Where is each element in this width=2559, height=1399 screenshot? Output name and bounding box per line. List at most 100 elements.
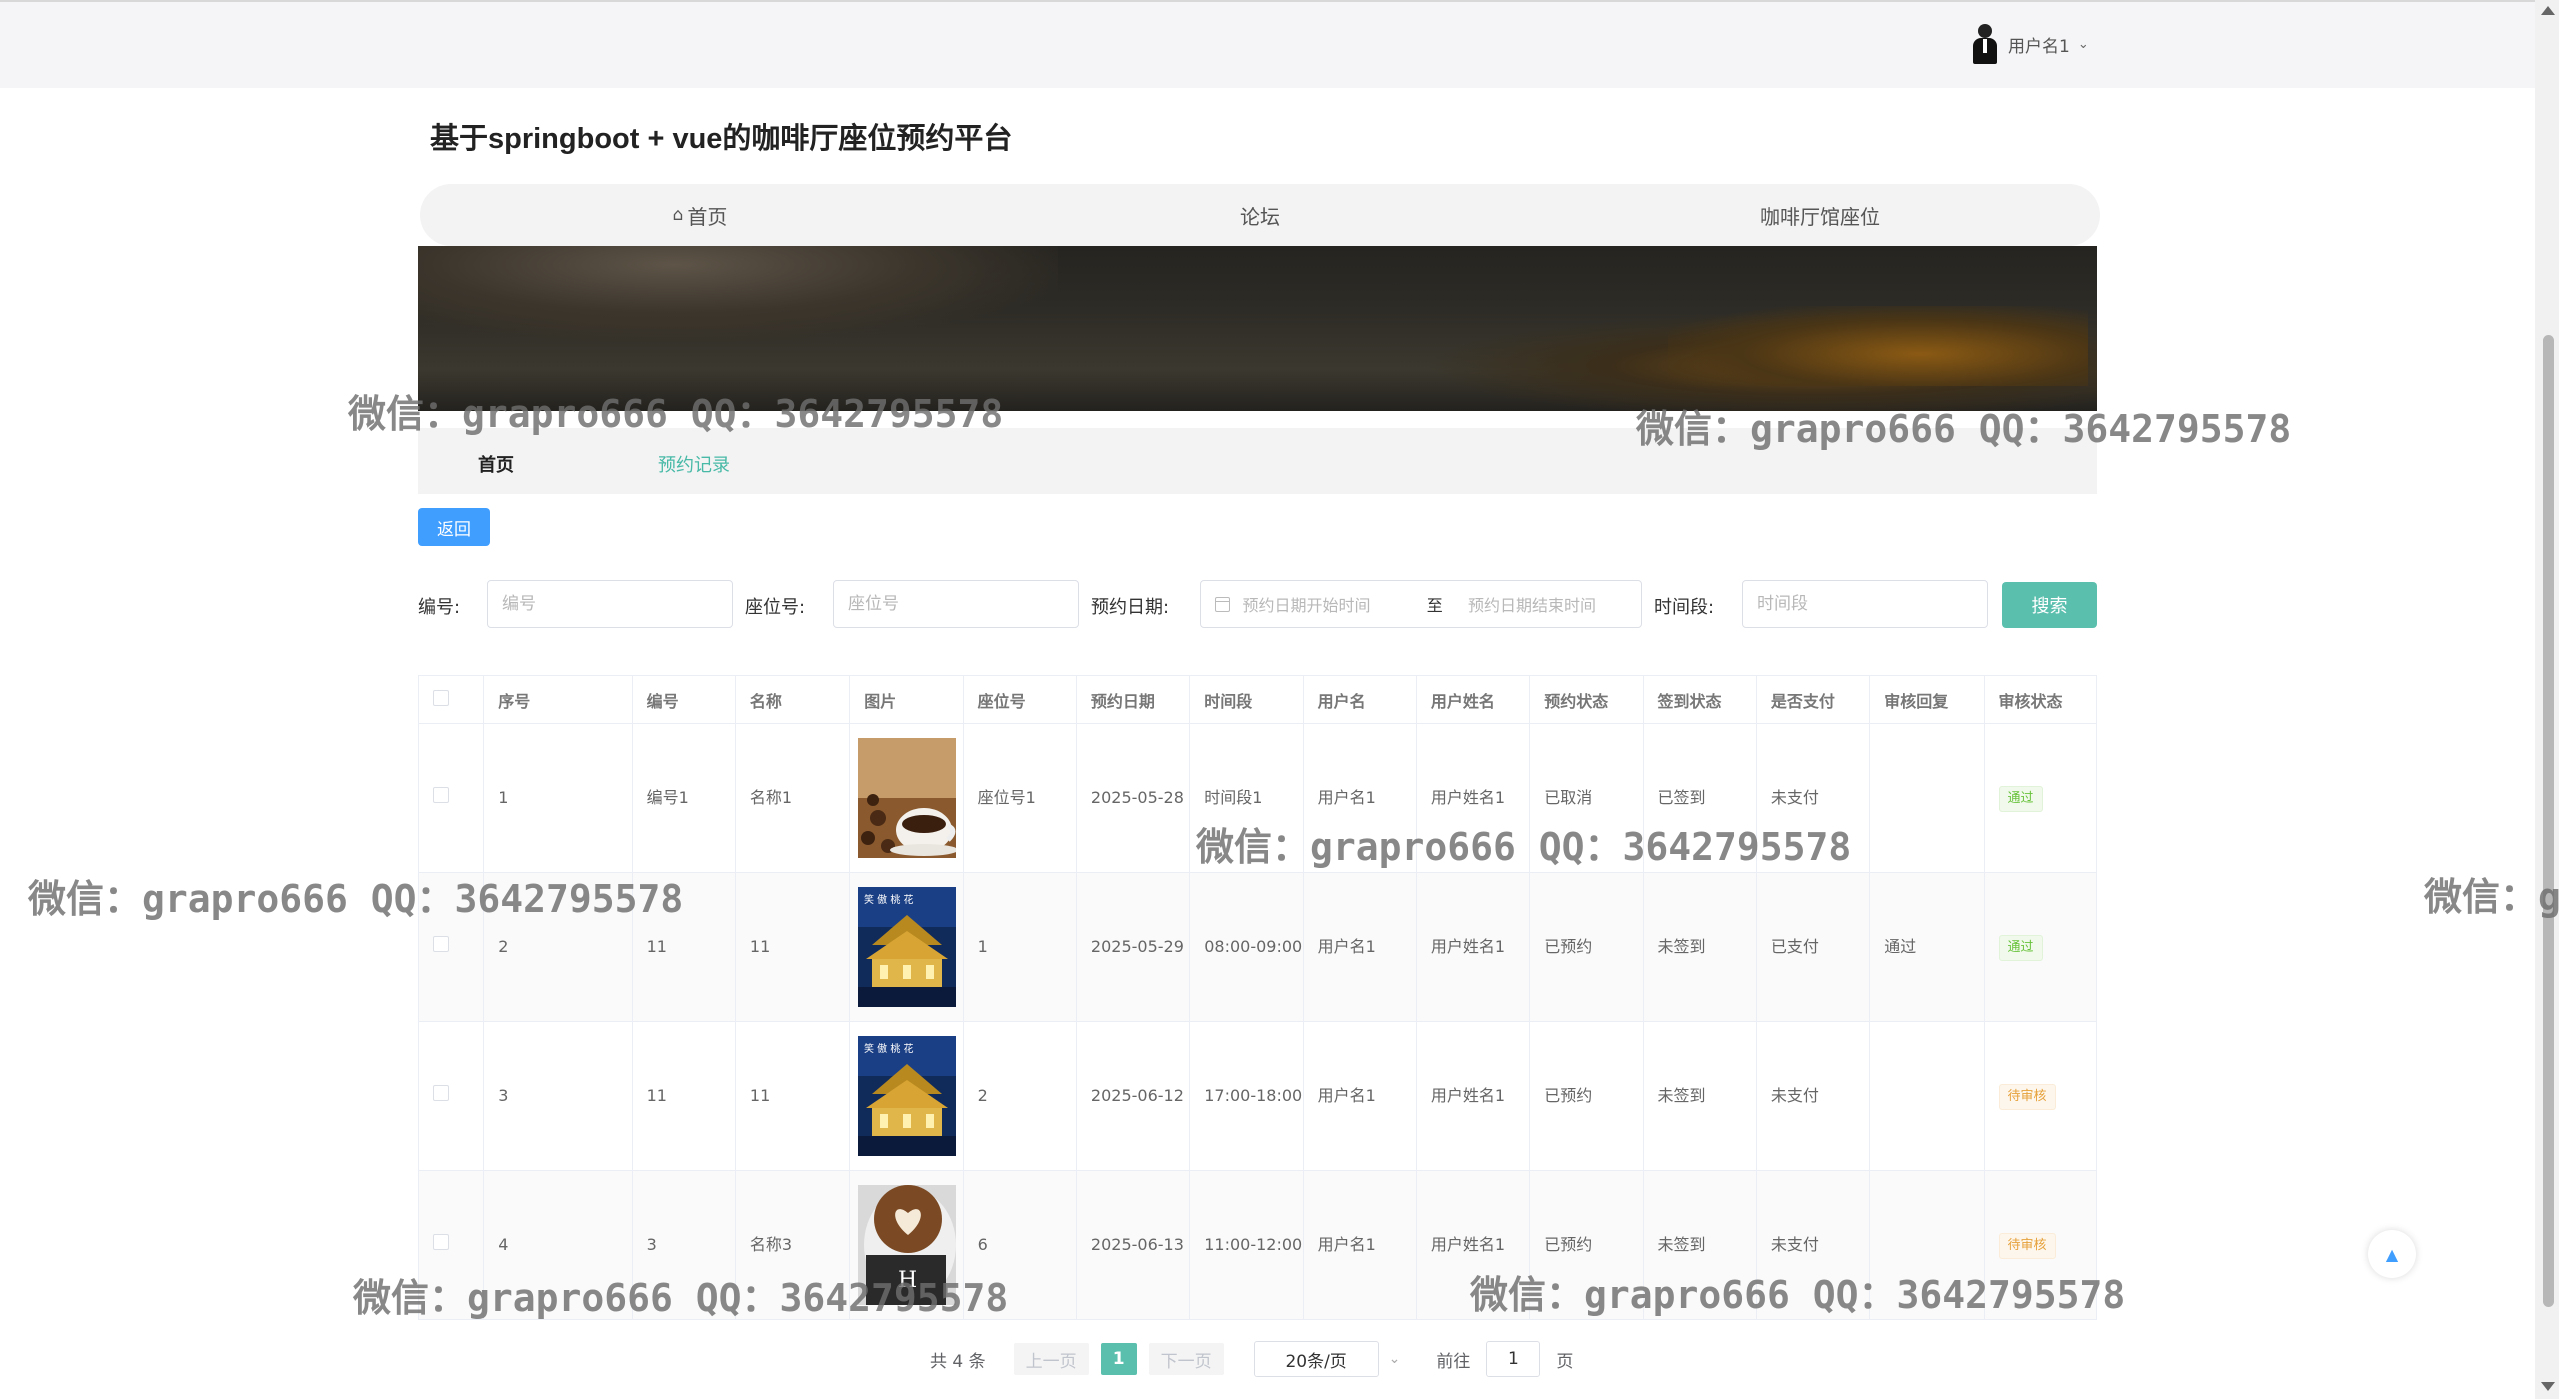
nav-item-label: 首页 <box>687 204 728 229</box>
cell-seat: 1 <box>963 872 1077 1022</box>
cell-date: 2025-05-28 <box>1076 723 1191 873</box>
row-checkbox[interactable] <box>433 936 449 952</box>
coffee-cup-image <box>858 738 957 858</box>
pagination-total: 共 4 条 <box>930 1351 986 1372</box>
code-label: 编号: <box>418 597 461 618</box>
chevron-down-icon: ⌄ <box>1388 1351 1401 1367</box>
watermark: 微信：g <box>2424 875 2559 919</box>
user-menu[interactable]: 用户名1 ⌄ <box>1970 22 2089 66</box>
cell-seq: 1 <box>483 723 633 873</box>
page-unit-label: 页 <box>1556 1351 1574 1372</box>
select-all-checkbox[interactable] <box>433 689 449 706</box>
cell-slot: 11:00-12:00 <box>1189 1170 1304 1320</box>
back-button[interactable]: 返回 <box>418 508 490 546</box>
site-title: 基于springboot + vue的咖啡厅座位预约平台 <box>430 123 1013 155</box>
cell-paid: 已支付 <box>1756 872 1871 1022</box>
watermark: 微信：grapro666 QQ：3642795578 <box>1470 1273 2126 1317</box>
row-checkbox[interactable] <box>433 1085 449 1101</box>
cell-slot: 08:00-09:00 <box>1189 872 1304 1022</box>
cell-seat: 座位号1 <box>963 723 1077 873</box>
row-checkbox[interactable] <box>433 787 449 803</box>
cell-checkin: 未签到 <box>1643 1021 1757 1171</box>
cell-slot: 17:00-18:00 <box>1189 1021 1304 1171</box>
username-label: 用户名1 <box>2008 36 2070 57</box>
date-end-input[interactable]: 预约日期结束时间 <box>1468 592 1641 616</box>
cell-date: 2025-06-13 <box>1076 1170 1191 1320</box>
back-to-top-button[interactable]: ▲ <box>2368 1230 2416 1278</box>
pagination: 共 4 条 上一页 1 下一页 20条/页 ⌄ 前往 1 页 <box>930 1339 1573 1379</box>
cell-reply <box>1869 723 1985 873</box>
date-start-input[interactable]: 预约日期开始时间 <box>1242 592 1415 616</box>
nav-item-seats[interactable]: 咖啡厅馆座位 <box>1540 184 2100 246</box>
svg-text:笑 傲 桃 花: 笑 傲 桃 花 <box>864 893 914 906</box>
breadcrumb-home[interactable]: 首页 <box>478 451 514 477</box>
row-checkbox[interactable] <box>433 1234 449 1250</box>
goto-page-input[interactable]: 1 <box>1486 1341 1541 1377</box>
cell-audit: 通过 <box>1984 872 2098 1022</box>
watermark: 微信：grapro666 QQ：3642795578 <box>353 1276 1009 1320</box>
cell-image <box>849 723 964 873</box>
cell-paid: 未支付 <box>1756 1021 1871 1171</box>
cell-name: 名称1 <box>735 723 851 873</box>
row-select-cell <box>418 723 485 873</box>
search-button[interactable]: 搜索 <box>2002 582 2097 628</box>
audit-status-badge: 通过 <box>1998 935 2043 961</box>
slot-input[interactable] <box>1742 580 1988 628</box>
table-header-row: 序号 编号 名称 图片 座位号 预约日期 时间段 用户名 用户姓名 预约状态 签… <box>418 675 2098 724</box>
page-size-select[interactable]: 20条/页 <box>1253 1341 1379 1377</box>
cell-seq: 3 <box>483 1021 633 1171</box>
prev-page-button[interactable]: 上一页 <box>1013 1343 1089 1375</box>
svg-text:笑 傲 桃 花: 笑 傲 桃 花 <box>864 1042 914 1055</box>
column-header: 审核状态 <box>1984 675 2098 724</box>
watermark: 微信：grapro666 QQ：3642795578 <box>348 392 1004 436</box>
date-label: 预约日期: <box>1091 597 1170 618</box>
scroll-down-icon[interactable] <box>2541 1382 2555 1391</box>
goto-label: 前往 <box>1436 1351 1471 1372</box>
date-range-separator: 至 <box>1426 596 1443 615</box>
pavilion-image: 笑 傲 桃 花 <box>858 1036 957 1156</box>
cell-username: 用户名1 <box>1303 872 1417 1022</box>
cell-checkin: 未签到 <box>1643 872 1757 1022</box>
code-input[interactable] <box>487 580 733 628</box>
main-nav: ⌂ 首页 论坛 咖啡厅馆座位 <box>420 184 2100 246</box>
audit-status-badge: 通过 <box>1998 786 2043 812</box>
column-header: 名称 <box>735 675 851 724</box>
column-header: 编号 <box>632 675 736 724</box>
column-header: 是否支付 <box>1756 675 1871 724</box>
slot-label: 时间段: <box>1654 597 1715 618</box>
column-header: 用户姓名 <box>1416 675 1531 724</box>
cell-username: 用户名1 <box>1303 1021 1417 1171</box>
caret-up-icon: ▲ <box>2385 1244 2399 1264</box>
cell-status: 已预约 <box>1529 872 1644 1022</box>
table-row[interactable]: 3 11 11 笑 傲 桃 花 2 2025-06-12 17:00-18:00 用户名1 用户… <box>418 1021 2098 1171</box>
seat-label: 座位号: <box>745 597 806 618</box>
nav-item-home[interactable]: ⌂ 首页 <box>420 184 980 246</box>
seat-input[interactable] <box>833 580 1079 628</box>
chevron-down-icon: ⌄ <box>2077 36 2089 52</box>
cell-name: 11 <box>735 1021 851 1171</box>
select-all-cell <box>418 675 485 724</box>
reservation-table: 序号 编号 名称 图片 座位号 预约日期 时间段 用户名 用户姓名 预约状态 签… <box>418 675 2098 1320</box>
calendar-icon <box>1215 596 1231 612</box>
scroll-up-icon[interactable] <box>2541 6 2555 15</box>
column-header: 用户名 <box>1303 675 1417 724</box>
column-header: 预约状态 <box>1529 675 1644 724</box>
nav-item-forum[interactable]: 论坛 <box>980 184 1540 246</box>
date-range-picker[interactable]: 预约日期开始时间 至 预约日期结束时间 <box>1200 580 1642 628</box>
cell-reply: 通过 <box>1869 872 1985 1022</box>
scrollbar-thumb[interactable] <box>2543 335 2554 1307</box>
pavilion-image: 笑 傲 桃 花 <box>858 887 957 1007</box>
cell-code: 11 <box>632 1021 736 1171</box>
top-header-bar: 用户名1 ⌄ <box>0 0 2535 88</box>
cell-code: 编号1 <box>632 723 736 873</box>
avatar <box>1970 22 2000 66</box>
cell-realname: 用户姓名1 <box>1416 1021 1531 1171</box>
home-icon: ⌂ <box>672 205 684 225</box>
column-header: 序号 <box>483 675 633 724</box>
cell-reply <box>1869 1021 1985 1171</box>
page-number-button[interactable]: 1 <box>1100 1343 1137 1375</box>
cell-status: 已预约 <box>1529 1021 1644 1171</box>
cell-date: 2025-06-12 <box>1076 1021 1191 1171</box>
watermark: 微信：grapro666 QQ：3642795578 <box>28 877 684 921</box>
next-page-button[interactable]: 下一页 <box>1148 1343 1224 1375</box>
